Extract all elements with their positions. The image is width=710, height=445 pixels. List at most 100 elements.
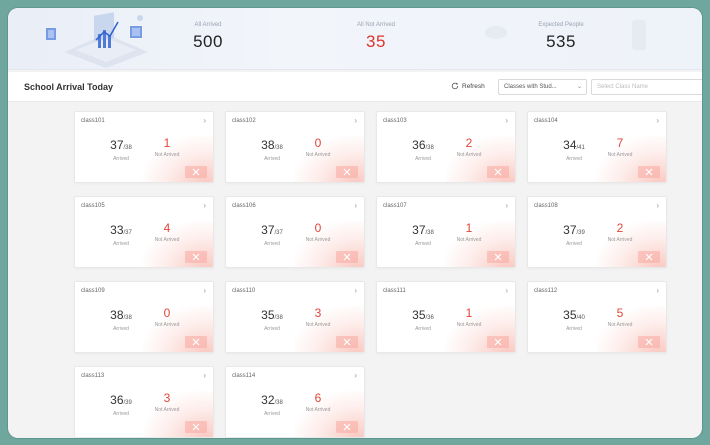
arrived-count: 37: [563, 223, 577, 237]
arrived-count: 37: [110, 138, 124, 152]
not-arrived-label: Not Arrived: [305, 152, 331, 158]
class-card[interactable]: class110 › 35/38 Arrived 3 Not Arrived: [225, 281, 365, 353]
arrived-block: 33/37 Arrived: [97, 221, 145, 247]
class-total: 37: [276, 230, 283, 236]
arrived-count: 35: [563, 308, 577, 322]
close-icon: [494, 168, 502, 176]
app-frame: All Arrived 500 All Not Arrived 35 Expec…: [8, 8, 702, 438]
card-badge: [638, 251, 660, 263]
not-arrived-label: Not Arrived: [456, 237, 482, 243]
stat-all-arrived: All Arrived 500: [158, 22, 258, 52]
arrived-count: 38: [110, 308, 124, 322]
class-filter-select[interactable]: Classes with Stud... ⌄: [498, 79, 587, 95]
chevron-right-icon[interactable]: ›: [354, 116, 357, 125]
class-name-select[interactable]: Select Class Name ⌄: [591, 79, 702, 95]
refresh-icon: [451, 82, 459, 90]
arrived-label: Arrived: [264, 326, 280, 332]
chevron-right-icon[interactable]: ›: [203, 201, 206, 210]
not-arrived-block: 0 Not Arrived: [298, 136, 338, 158]
class-total: 38: [125, 145, 132, 151]
chevron-right-icon[interactable]: ›: [656, 201, 659, 210]
not-arrived-label: Not Arrived: [154, 407, 180, 413]
arrived-block: 34/41 Arrived: [550, 136, 598, 162]
arrived-block: 35/38 Arrived: [248, 306, 296, 332]
decorative-blob: [632, 20, 646, 50]
class-total: 41: [578, 145, 585, 151]
close-icon: [494, 253, 502, 261]
chevron-right-icon[interactable]: ›: [505, 201, 508, 210]
class-total: 38: [276, 315, 283, 321]
not-arrived-block: 1 Not Arrived: [449, 306, 489, 328]
class-total: 38: [427, 145, 434, 151]
class-card[interactable]: class101 › 37/38 Arrived 1 Not Arrived: [74, 111, 214, 183]
arrived-count: 36: [110, 393, 124, 407]
not-arrived-label: Not Arrived: [154, 152, 180, 158]
class-card[interactable]: class102 › 38/38 Arrived 0 Not Arrived: [225, 111, 365, 183]
not-arrived-block: 0 Not Arrived: [298, 221, 338, 243]
chevron-right-icon[interactable]: ›: [656, 116, 659, 125]
stat-value: 35: [366, 32, 386, 51]
arrived-label: Arrived: [415, 156, 431, 162]
card-badge: [336, 251, 358, 263]
not-arrived-block: 1 Not Arrived: [449, 221, 489, 243]
not-arrived-block: 2 Not Arrived: [600, 221, 640, 243]
not-arrived-label: Not Arrived: [305, 237, 331, 243]
close-icon: [494, 338, 502, 346]
close-icon: [343, 168, 351, 176]
not-arrived-count: 0: [163, 306, 171, 320]
class-card[interactable]: class114 › 32/38 Arrived 6 Not Arrived: [225, 366, 365, 438]
card-badge: [487, 166, 509, 178]
class-total: 36: [427, 315, 434, 321]
class-total: 37: [125, 230, 132, 236]
class-card[interactable]: class112 › 35/40 Arrived 5 Not Arrived: [527, 281, 667, 353]
close-icon: [192, 423, 200, 431]
class-total: 38: [427, 230, 434, 236]
chevron-right-icon[interactable]: ›: [354, 286, 357, 295]
toolbar: School Arrival Today Refresh Classes wit…: [8, 72, 702, 102]
class-card[interactable]: class104 › 34/41 Arrived 7 Not Arrived: [527, 111, 667, 183]
not-arrived-count: 1: [163, 136, 171, 150]
not-arrived-count: 0: [314, 221, 322, 235]
chevron-right-icon[interactable]: ›: [203, 286, 206, 295]
class-card[interactable]: class103 › 36/38 Arrived 2 Not Arrived: [376, 111, 516, 183]
stat-label: Expected People: [538, 22, 584, 28]
chevron-right-icon[interactable]: ›: [656, 286, 659, 295]
close-icon: [343, 423, 351, 431]
arrived-block: 32/38 Arrived: [248, 391, 296, 417]
class-total: 38: [125, 315, 132, 321]
chevron-right-icon[interactable]: ›: [354, 371, 357, 380]
chevron-right-icon[interactable]: ›: [505, 116, 508, 125]
card-badge: [487, 336, 509, 348]
chevron-down-icon: ⌄: [701, 83, 702, 90]
refresh-button[interactable]: Refresh: [451, 82, 485, 90]
not-arrived-count: 5: [616, 306, 624, 320]
class-card[interactable]: class108 › 37/39 Arrived 2 Not Arrived: [527, 196, 667, 268]
not-arrived-block: 2 Not Arrived: [449, 136, 489, 158]
class-card[interactable]: class111 › 35/36 Arrived 1 Not Arrived: [376, 281, 516, 353]
arrived-block: 38/38 Arrived: [248, 136, 296, 162]
arrived-block: 37/37 Arrived: [248, 221, 296, 247]
not-arrived-count: 1: [465, 306, 473, 320]
class-card[interactable]: class106 › 37/37 Arrived 0 Not Arrived: [225, 196, 365, 268]
card-badge: [336, 336, 358, 348]
chevron-right-icon[interactable]: ›: [203, 371, 206, 380]
not-arrived-label: Not Arrived: [607, 237, 633, 243]
arrived-count: 38: [261, 138, 275, 152]
arrived-block: 35/40 Arrived: [550, 306, 598, 332]
class-card[interactable]: class107 › 37/38 Arrived 1 Not Arrived: [376, 196, 516, 268]
not-arrived-block: 4 Not Arrived: [147, 221, 187, 243]
stat-value: 500: [193, 32, 223, 51]
chevron-right-icon[interactable]: ›: [203, 116, 206, 125]
class-total: 40: [578, 315, 585, 321]
not-arrived-count: 6: [314, 391, 322, 405]
not-arrived-count: 3: [314, 306, 322, 320]
card-badge: [185, 251, 207, 263]
close-icon: [343, 253, 351, 261]
class-card[interactable]: class109 › 38/38 Arrived 0 Not Arrived: [74, 281, 214, 353]
class-card[interactable]: class105 › 33/37 Arrived 4 Not Arrived: [74, 196, 214, 268]
class-card[interactable]: class113 › 36/39 Arrived 3 Not Arrived: [74, 366, 214, 438]
class-total: 38: [276, 145, 283, 151]
arrived-count: 35: [261, 308, 275, 322]
chevron-right-icon[interactable]: ›: [354, 201, 357, 210]
chevron-right-icon[interactable]: ›: [505, 286, 508, 295]
